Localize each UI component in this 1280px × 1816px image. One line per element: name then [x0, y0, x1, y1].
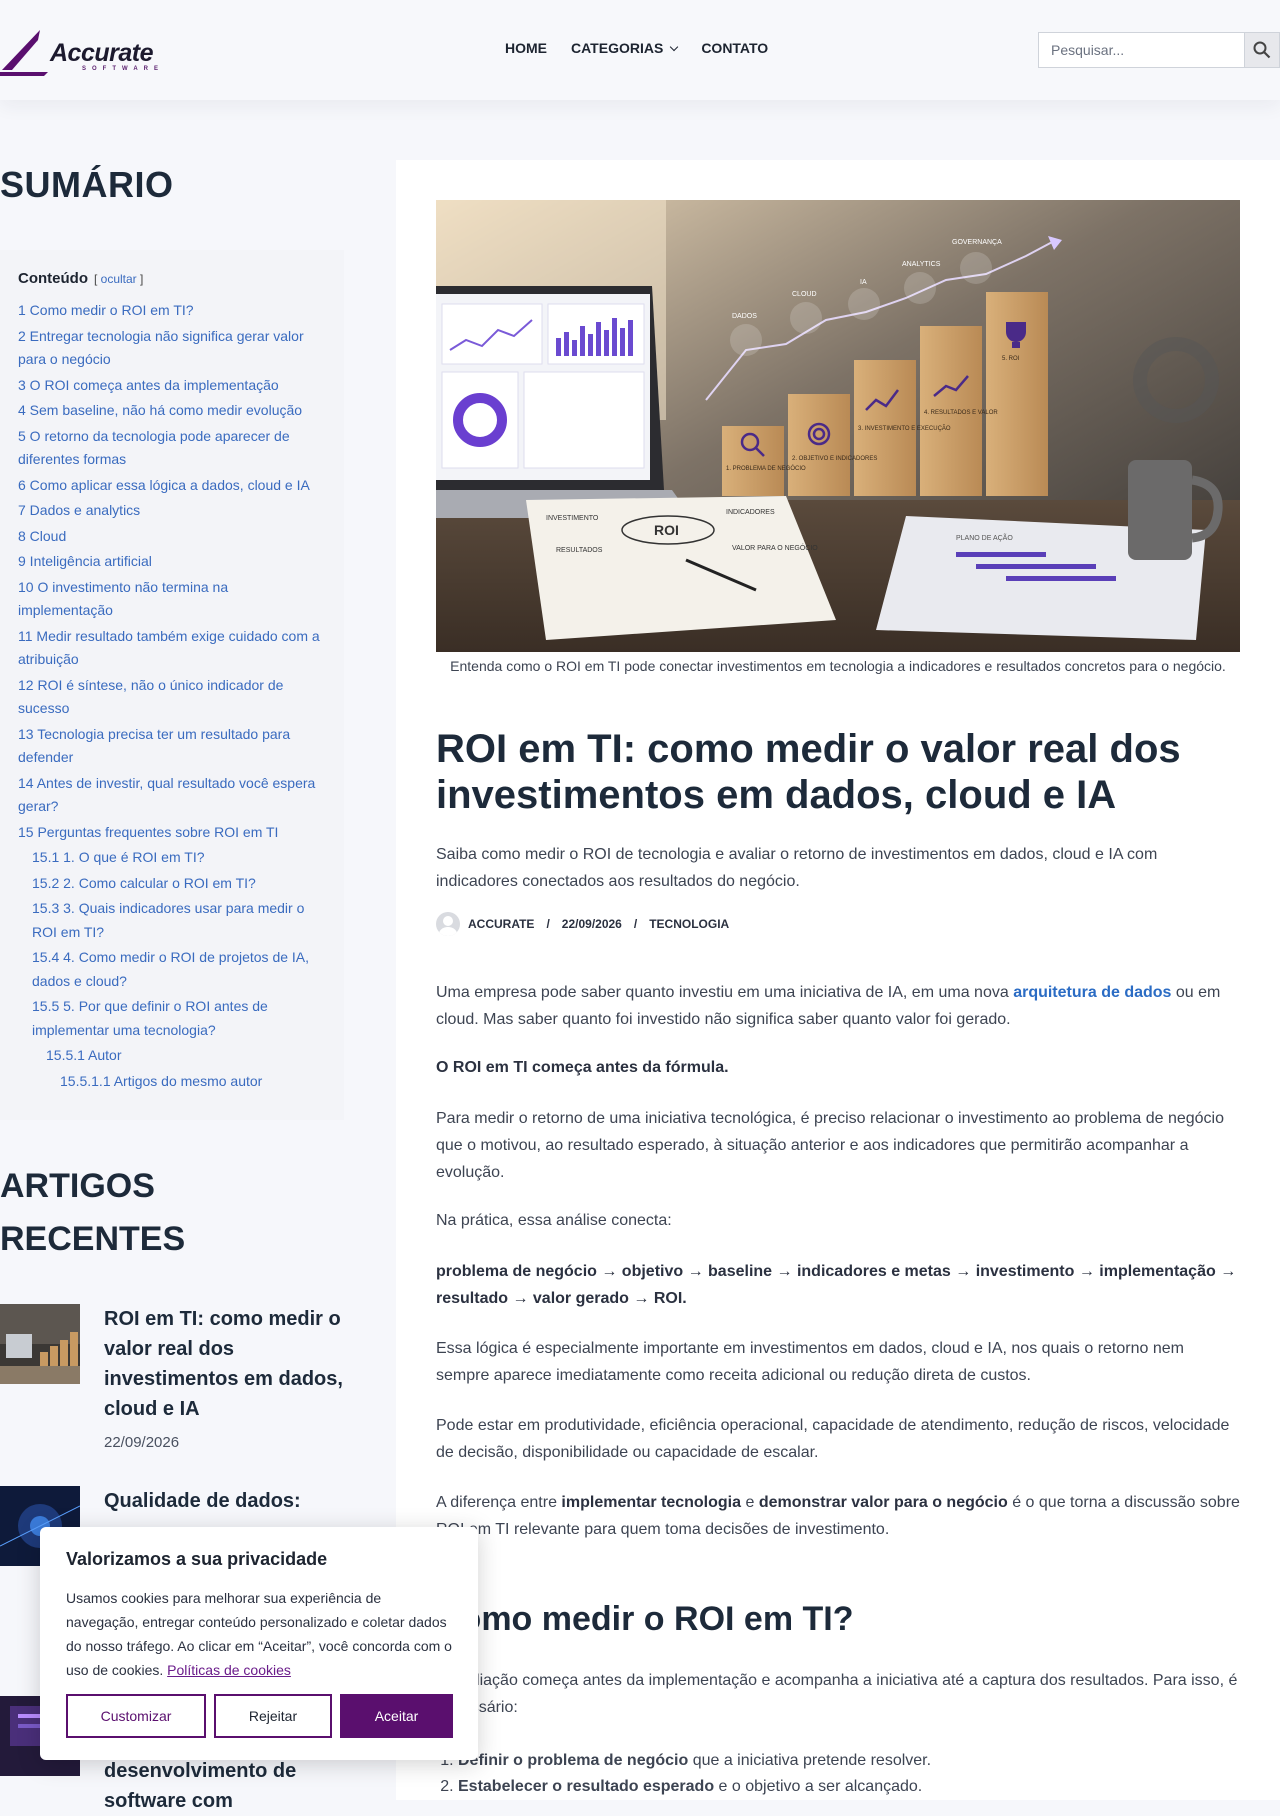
- chevron-down-icon: [670, 42, 679, 51]
- hero-label-governanca: GOVERNANÇA: [952, 239, 1002, 246]
- hero-label-dados: DADOS: [732, 313, 757, 320]
- recent-articles-title: ARTIGOS RECENTES: [0, 1167, 186, 1258]
- toc-heading: Conteúdo[ ocultar ]: [18, 270, 144, 287]
- table-of-contents: Conteúdo[ ocultar ] 1 Como medir o ROI e…: [0, 250, 344, 1120]
- paragraph-6: Essa lógica é especialmente importante e…: [436, 1340, 1184, 1384]
- article-lead: Saiba como medir o ROI de tecnologia e a…: [436, 846, 1158, 890]
- hero-label-cloud: CLOUD: [792, 291, 817, 298]
- nav-categorias-label: CATEGORIAS: [571, 40, 664, 56]
- article-title: ROI em TI: como medir o valor real dos i…: [436, 727, 1181, 817]
- search-icon: [1253, 41, 1271, 59]
- nav-contato[interactable]: CONTATO: [701, 40, 768, 56]
- hero-label-plano: PLANO DE AÇÃO: [956, 533, 1013, 542]
- site-header: Accurate SOFTWARE HOME CATEGORIAS CONTAT…: [0, 0, 1280, 100]
- hero-label-analytics: ANALYTICS: [902, 261, 941, 268]
- hero-label-roi: ROI: [654, 522, 679, 538]
- hero-label-ia: IA: [860, 279, 867, 286]
- hero-caption: Entenda como o ROI em TI pode conectar i…: [450, 658, 1226, 674]
- recent-article-date: 22/09/2026: [104, 1434, 180, 1451]
- toc-item[interactable]: 8 Cloud: [18, 525, 326, 549]
- cookie-buttons: Customizar Rejeitar Aceitar: [66, 1694, 453, 1738]
- toc-item[interactable]: 15.5.1.1 Artigos do mesmo autor: [18, 1070, 326, 1094]
- toc-item[interactable]: 13 Tecnologia precisa ter um resultado p…: [18, 723, 326, 770]
- hero-block-2: 2. OBJETIVO E INDICADORES: [792, 456, 877, 462]
- paragraph-highlight: O ROI em TI começa antes da fórmula.: [436, 1059, 729, 1076]
- accept-button[interactable]: Aceitar: [340, 1694, 453, 1738]
- search-input[interactable]: [1039, 33, 1246, 67]
- paragraph-9: A avaliação começa antes da implementaçã…: [436, 1672, 1238, 1716]
- toc-heading-label: Conteúdo: [18, 270, 88, 287]
- toc-hide-link[interactable]: ocultar: [101, 272, 137, 286]
- search-button[interactable]: [1244, 32, 1280, 68]
- toc-item[interactable]: 14 Antes de investir, qual resultado voc…: [18, 772, 326, 819]
- toc-item[interactable]: 15.5.1 Autor: [18, 1044, 326, 1068]
- category-link[interactable]: TECNOLOGIA: [649, 917, 729, 931]
- hero-block-4: 4. RESULTADOS E VALOR: [924, 410, 998, 416]
- hero-label-investimento: INVESTIMENTO: [546, 515, 599, 522]
- logo-text: Accurate: [50, 39, 154, 67]
- cookie-title: Valorizamos a sua privacidade: [66, 1549, 328, 1569]
- avatar[interactable]: [436, 912, 460, 936]
- toc-item[interactable]: 9 Inteligência artificial: [18, 550, 326, 574]
- cookie-banner: Valorizamos a sua privacidade Usamos coo…: [40, 1527, 478, 1760]
- toc-item[interactable]: 3 O ROI começa antes da implementação: [18, 374, 326, 398]
- search-box: [1038, 32, 1248, 68]
- paragraph-7: Pode estar em produtividade, eficiência …: [436, 1417, 1230, 1461]
- arquitetura-de-dados-link[interactable]: arquitetura de dados: [1013, 984, 1171, 1001]
- paragraph-3: Para medir o retorno de uma iniciativa t…: [436, 1110, 1224, 1181]
- toc-item[interactable]: 6 Como aplicar essa lógica a dados, clou…: [18, 474, 326, 498]
- steps-list: Definir o problema de negócio que a inic…: [436, 1748, 1240, 1800]
- recent-article-title[interactable]: ROI em TI: como medir o valor real dos i…: [104, 1304, 354, 1424]
- publish-date: 22/09/2026: [561, 917, 622, 931]
- toc-item[interactable]: 15.5 5. Por que definir o ROI antes de i…: [18, 995, 326, 1042]
- toc-item[interactable]: 15.1 1. O que é ROI em TI?: [18, 846, 326, 870]
- hero-block-3: 3. INVESTIMENTO E EXECUÇÃO: [858, 425, 951, 432]
- paragraph-8: A diferença entre implementar tecnologia…: [436, 1494, 1240, 1538]
- paragraph-intro: Uma empresa pode saber quanto investiu e…: [436, 984, 1221, 1028]
- toc-item[interactable]: 4 Sem baseline, não há como medir evoluç…: [18, 399, 326, 423]
- recent-article-title[interactable]: desenvolvimento de software com: [104, 1756, 354, 1816]
- cookie-text: Usamos cookies para melhorar sua experiê…: [66, 1590, 452, 1678]
- paragraph-4: Na prática, essa análise conecta:: [436, 1212, 672, 1229]
- logo-subtitle: SOFTWARE: [82, 66, 164, 72]
- meta-separator: /: [633, 917, 638, 931]
- recent-article-title[interactable]: Qualidade de dados:: [104, 1486, 354, 1516]
- hero-block-1: 1. PROBLEMA DE NEGÓCIO: [726, 465, 806, 472]
- article-meta: ACCURATE / 22/09/2026 / TECNOLOGIA: [436, 912, 729, 936]
- meta-separator: /: [546, 917, 550, 931]
- section-heading: Como medir o ROI em TI?: [436, 1600, 854, 1638]
- list-item: Definir o problema de negócio que a inic…: [458, 1748, 1240, 1774]
- hero-block-5: 5. ROI: [1002, 356, 1020, 362]
- toc-item[interactable]: 1 Como medir o ROI em TI?: [18, 299, 326, 323]
- customize-button[interactable]: Customizar: [66, 1694, 206, 1738]
- recent-article-thumbnail[interactable]: [0, 1304, 80, 1384]
- logo[interactable]: Accurate SOFTWARE: [0, 24, 160, 78]
- toc-item[interactable]: 15 Perguntas frequentes sobre ROI em TI: [18, 821, 326, 845]
- toc-item[interactable]: 15.2 2. Como calcular o ROI em TI?: [18, 872, 326, 896]
- toc-item[interactable]: 5 O retorno da tecnologia pode aparecer …: [18, 425, 326, 472]
- hero-label-valor: VALOR PARA O NEGÓCIO: [732, 543, 818, 552]
- hero-label-indicadores: INDICADORES: [726, 509, 775, 516]
- nav-categorias[interactable]: CATEGORIAS: [571, 40, 679, 56]
- paragraph-flow: problema de negócio → objetivo → baselin…: [436, 1263, 1237, 1307]
- list-item: Estabelecer o resultado esperado e o obj…: [458, 1774, 1240, 1800]
- toc-item[interactable]: 10 O investimento não termina na impleme…: [18, 576, 326, 623]
- toc-item[interactable]: 15.4 4. Como medir o ROI de projetos de …: [18, 946, 326, 993]
- recent-article-1[interactable]: ROI em TI: como medir o valor real dos i…: [0, 1304, 350, 1451]
- nav-home[interactable]: HOME: [505, 40, 547, 56]
- hero-image: ROI INVESTIMENTO INDICADORES RESULTADOS …: [436, 200, 1240, 652]
- toc-item[interactable]: 12 ROI é síntese, não o único indicador …: [18, 674, 326, 721]
- main-nav: HOME CATEGORIAS CONTATO: [505, 40, 768, 56]
- sumario-title: SUMÁRIO: [0, 164, 174, 205]
- cookie-policy-link[interactable]: Políticas de cookies: [167, 1662, 291, 1678]
- author-link[interactable]: ACCURATE: [468, 917, 534, 931]
- reject-button[interactable]: Rejeitar: [214, 1694, 332, 1738]
- toc-item[interactable]: 7 Dados e analytics: [18, 499, 326, 523]
- toc-item[interactable]: 11 Medir resultado também exige cuidado …: [18, 625, 326, 672]
- toc-item[interactable]: 15.3 3. Quais indicadores usar para medi…: [18, 897, 326, 944]
- toc-item[interactable]: 2 Entregar tecnologia não significa gera…: [18, 325, 326, 372]
- hero-label-resultados: RESULTADOS: [556, 547, 603, 554]
